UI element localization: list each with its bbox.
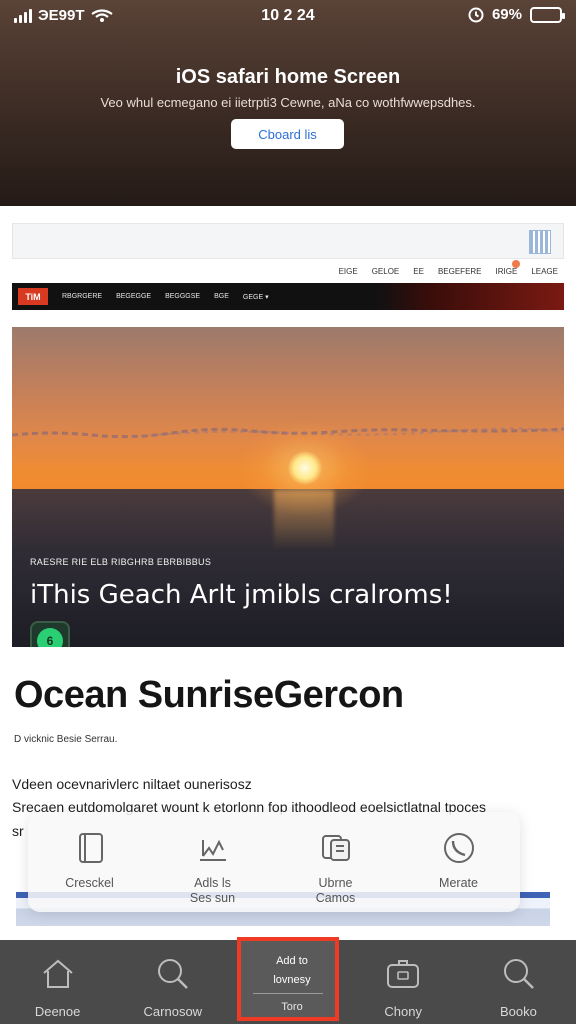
toolbar-label: Booko <box>499 1004 537 1019</box>
search-icon <box>504 959 535 989</box>
site-logo-icon[interactable] <box>529 230 551 254</box>
battery-percent: 69% <box>491 6 522 23</box>
toolbar-home-button[interactable]: Deenoe <box>0 940 115 1024</box>
toolbar-search-button[interactable]: Carnosow <box>115 940 230 1024</box>
status-bar: ЭE99T 10 2 24 69% <box>0 0 576 34</box>
highlight-label-line1: Add to <box>276 955 308 967</box>
share-action-label: Adls ls Ses sun <box>189 876 236 905</box>
site-nav-item[interactable]: BEGEGGE <box>116 293 151 300</box>
share-action-add-shortcut[interactable]: Adls ls Ses sun <box>151 812 274 912</box>
site-nav-logo[interactable]: TiM <box>18 288 48 305</box>
utility-link[interactable]: BEGEFERE <box>438 267 482 276</box>
article-byline: D vicknic Besie Serrau. <box>14 734 118 745</box>
share-action-label: Cresckel <box>65 876 114 890</box>
utility-link[interactable]: GELOE <box>372 267 400 276</box>
sun-icon <box>288 451 322 485</box>
hero-kicker: RAESRE RIE ELB RIBGHRB EBRBIBBUS <box>30 557 212 567</box>
instruction-banner: ЭE99T 10 2 24 69% iOS safari home Screen… <box>0 0 576 206</box>
add-to-home-screen-button[interactable]: Add to lovnesy Toro <box>237 937 339 1021</box>
site-header <box>12 223 564 259</box>
utility-link[interactable]: LEAGE <box>531 267 558 276</box>
site-nav-item[interactable]: RBGRGERE <box>62 293 102 300</box>
cloud-band <box>12 427 564 439</box>
utility-link[interactable]: EE <box>413 267 424 276</box>
site-nav-item[interactable]: GEGE ▾ <box>243 293 269 301</box>
divider <box>253 993 323 994</box>
share-action-more[interactable]: Merate <box>397 812 520 912</box>
utility-link[interactable]: EIGE <box>339 267 358 276</box>
highlight-label-line3: Toro <box>281 1001 303 1013</box>
toolbar-label: Carnosow <box>143 1004 203 1019</box>
copy-icon <box>321 835 350 861</box>
banner-title: iOS safari home Screen <box>175 66 401 88</box>
toolbar-label: Chony <box>384 1004 422 1019</box>
sun-reflection <box>274 490 334 550</box>
toolbar-books-button[interactable]: Booko <box>461 940 576 1024</box>
phone-icon <box>443 833 474 863</box>
hero-caption[interactable]: iThis Geach Arlt jmibls cralroms! <box>30 580 453 610</box>
article-paragraph-line: Vdeen ocevnarivlerc niltaet ounerisosz <box>12 776 252 792</box>
highlight-label-line2: lovnesy <box>273 974 311 986</box>
article-headline: Ocean SunriseGercon <box>14 674 404 716</box>
badge-glyph: 6 <box>37 628 63 647</box>
toolbar-label: Deenoe <box>34 1004 81 1019</box>
hero-image[interactable]: RAESRE RIE ELB RIBGHRB EBRBIBBUS iThis G… <box>12 327 564 647</box>
banner-action-button[interactable]: Cboard lis <box>231 119 344 149</box>
share-action-label: Merate <box>439 876 478 890</box>
share-action-copy[interactable]: Ubrne Camos <box>274 812 397 912</box>
alarm-icon <box>468 7 484 22</box>
banner-subtitle: Veo whul ecmegano ei iietrpti3 Cewne, aN… <box>100 95 476 110</box>
utility-links: EIGE GELOE EE BEGEFERE IRIGE LEAGE <box>339 260 558 276</box>
site-nav-item[interactable]: BEGGGSE <box>165 293 200 300</box>
site-nav-item[interactable]: BGE <box>214 293 229 300</box>
article-paragraph-line: sr <box>12 823 24 839</box>
notification-dot-icon <box>512 260 520 268</box>
site-navigation: TiM RBGRGERE BEGEGGE BEGGGSE BGE GEGE ▾ <box>12 283 564 310</box>
tabs-icon <box>387 960 420 988</box>
home-icon <box>42 959 73 988</box>
chart-icon <box>199 839 226 861</box>
share-sheet-actions: Cresckel Adls ls Ses sun Ubrne Camos Mer… <box>28 812 520 912</box>
battery-icon <box>530 6 565 23</box>
search-icon <box>157 959 188 989</box>
share-action-label: Ubrne Camos <box>315 876 356 905</box>
utility-link[interactable]: IRIGE <box>496 267 518 276</box>
toolbar-tabs-button[interactable]: Chony <box>346 940 461 1024</box>
app-badge-icon[interactable]: 6 <box>30 621 70 647</box>
notebook-icon <box>78 833 103 863</box>
share-action-notebook[interactable]: Cresckel <box>28 812 151 912</box>
